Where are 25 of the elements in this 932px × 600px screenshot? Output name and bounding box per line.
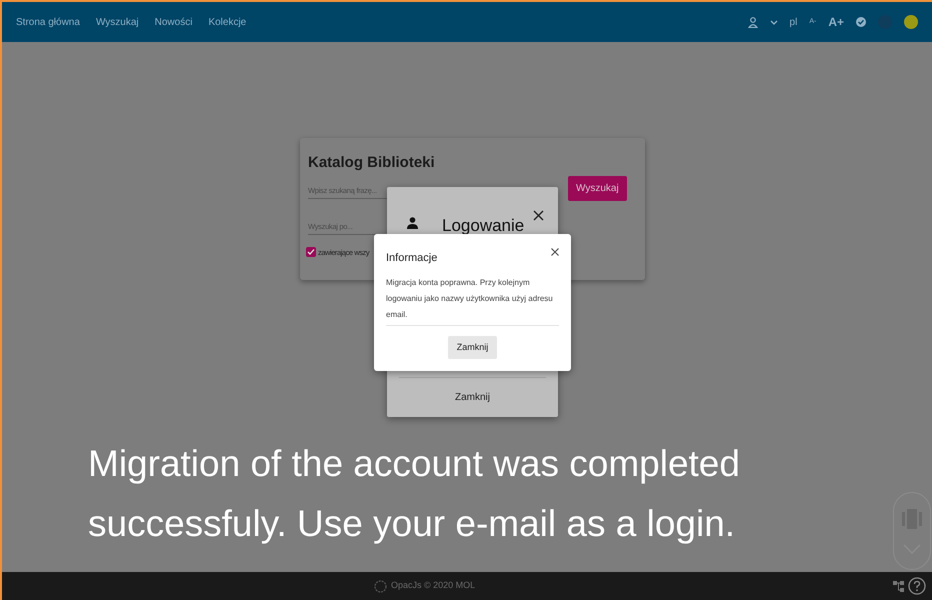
font-larger-link[interactable]: A+ — [828, 13, 844, 31]
dialog-message: Migracja konta poprawna. Przy kolejnym logowaniu jako nazwy użytkownika użyj adresu email. — [386, 274, 559, 326]
close-button[interactable]: Zamknij — [448, 336, 498, 359]
close-icon[interactable] — [551, 248, 559, 256]
contrast-circle-icon[interactable] — [904, 15, 918, 29]
user-icon[interactable] — [748, 16, 758, 28]
language-link[interactable]: pl — [790, 14, 798, 30]
sitemap-icon[interactable] — [893, 580, 904, 592]
user-icon[interactable] — [407, 216, 418, 229]
checkbox[interactable] — [306, 247, 316, 258]
dialog-title: Informacje — [386, 251, 438, 266]
dialog-title: Logowanie — [442, 215, 524, 237]
nav-link[interactable]: Wyszukaj — [96, 14, 139, 30]
footer-text: OpacJs © 2020 MOL — [391, 579, 476, 592]
help-icon[interactable] — [908, 577, 926, 595]
nav-link[interactable]: Kolekcje — [208, 14, 246, 30]
search-button[interactable]: Wyszukaj — [568, 176, 627, 201]
check-circle-icon[interactable] — [856, 17, 866, 27]
card-title: Katalog Biblioteki — [308, 153, 436, 173]
chevron-down-icon[interactable] — [770, 20, 778, 24]
close-icon[interactable] — [533, 210, 544, 222]
nav-link[interactable]: Strona główna — [16, 14, 80, 30]
close-button[interactable]: Zamknij — [446, 386, 499, 409]
nav-link[interactable]: Nowości — [154, 14, 192, 30]
caption-text: Migration of the account was completed successfuly. Use your e-mail as a login. — [88, 442, 741, 546]
